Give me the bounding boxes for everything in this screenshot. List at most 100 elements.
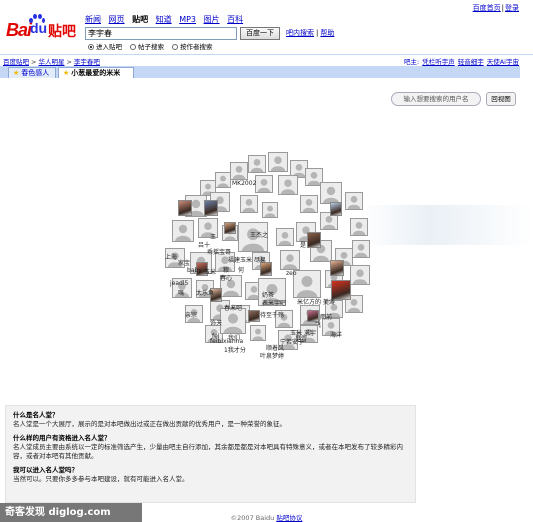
- member-avatar[interactable]: [345, 192, 363, 210]
- member-name[interactable]: 王杰之: [250, 230, 268, 239]
- member-avatar[interactable]: [230, 162, 248, 180]
- option-post-search[interactable]: 帖子搜索: [130, 41, 164, 51]
- nav-images[interactable]: 图片: [204, 15, 220, 24]
- member-name[interactable]: 饰天: [210, 318, 222, 327]
- member-avatar[interactable]: [262, 202, 278, 218]
- member-avatar[interactable]: [350, 265, 370, 285]
- tieba-agreement-link[interactable]: 贴吧协议: [276, 514, 302, 522]
- member-photo[interactable]: [260, 262, 272, 276]
- nav-baike[interactable]: 百科: [227, 15, 243, 24]
- member-photo[interactable]: [248, 310, 260, 322]
- member-name[interactable]: baby: [187, 267, 202, 274]
- member-photo[interactable]: [330, 260, 344, 276]
- member-name[interactable]: 春米吧: [224, 303, 242, 312]
- view-toggle-button[interactable]: 回视图: [486, 92, 516, 106]
- star-icon: ★: [63, 69, 70, 77]
- help-link[interactable]: 帮助: [320, 29, 334, 37]
- option-author-search[interactable]: 按作者搜索: [172, 41, 213, 51]
- member-avatar[interactable]: [248, 155, 266, 173]
- member-name[interactable]: 叶泉梦婷: [260, 351, 284, 360]
- option-enter-tieba[interactable]: 进入贴吧: [88, 41, 122, 51]
- member-name[interactable]: jeadl5: [170, 280, 188, 287]
- faq-question: 什么是名人堂？: [13, 411, 59, 419]
- baidu-tieba-logo[interactable]: Bai du 贴吧: [6, 12, 78, 42]
- member-avatar[interactable]: [268, 152, 288, 172]
- member-name[interactable]: 海洋: [330, 330, 342, 339]
- member-name[interactable]: 王: [210, 232, 216, 241]
- tab-spring[interactable]: ★ 春色感人: [8, 67, 56, 78]
- nav-zhidao[interactable]: 知道: [156, 15, 172, 24]
- nav-mp3[interactable]: MP3: [179, 15, 196, 24]
- breadcrumb-bar: 百度贴吧 > 华人明星 > 李宇春吧 吧主: 凭栏听宇声 轻音细宇 天使Ai宇宙: [0, 54, 533, 66]
- member-photo[interactable]: [224, 222, 236, 234]
- tab-hall-of-fame[interactable]: ★ 小葱最爱的米米: [58, 67, 134, 78]
- member-avatar[interactable]: [278, 175, 298, 195]
- faq-answer: 名人堂成员主要由系统以一定的标准筛选产生，少量由吧主自行添加，其余都是都是对本吧…: [13, 443, 403, 460]
- member-avatar[interactable]: [172, 220, 194, 242]
- member-name[interactable]: feibixianna: [210, 338, 243, 345]
- search-button[interactable]: 百度一下: [240, 26, 280, 40]
- member-name[interactable]: 待至千殇: [260, 310, 284, 319]
- member-name[interactable]: 米亿方的 美涛: [297, 297, 335, 306]
- member-avatar[interactable]: [350, 218, 368, 236]
- member-name[interactable]: zeo: [286, 270, 297, 277]
- faq-question: 什么样的用户有资格进入名人堂？: [13, 434, 111, 442]
- member-avatar[interactable]: [215, 172, 231, 188]
- member-name[interactable]: MK2002: [232, 180, 256, 187]
- crumb-liyuchun[interactable]: 李宇春吧: [74, 58, 100, 66]
- star-icon: ★: [13, 69, 20, 77]
- member-avatar[interactable]: [293, 270, 321, 298]
- member-avatar[interactable]: [320, 182, 342, 204]
- crumb-stars[interactable]: 华人明星: [38, 58, 64, 66]
- search-options: 进入贴吧 帖子搜索 按作者搜索: [88, 41, 213, 51]
- member-photo[interactable]: [204, 200, 218, 216]
- login-link[interactable]: 登录: [505, 4, 519, 12]
- in-bar-search-link[interactable]: 吧内搜索: [286, 29, 314, 37]
- radio-icon[interactable]: [130, 44, 136, 50]
- member-avatar[interactable]: [280, 250, 300, 270]
- member-avatar[interactable]: [352, 240, 370, 258]
- nav-tieba[interactable]: 贴吧: [132, 15, 148, 24]
- member-name[interactable]: 何: [238, 265, 244, 274]
- member-name[interactable]: 是: [300, 240, 306, 249]
- member-name[interactable]: 嗎: [178, 288, 184, 297]
- member-name[interactable]: 家宝: [178, 258, 190, 267]
- search-links: 吧内搜索 | 帮助: [286, 29, 335, 37]
- member-name[interactable]: 玉米: [204, 267, 216, 276]
- member-avatar[interactable]: [255, 175, 273, 193]
- radio-icon[interactable]: [172, 44, 178, 50]
- member-name[interactable]: 宁若安子: [280, 337, 304, 346]
- member-name[interactable]: 雨前: [320, 312, 332, 321]
- product-nav: 新闻 网页 贴吧 知道 MP3 图片 百科: [85, 14, 248, 25]
- faq-question: 我可以进入名人堂吗？: [13, 466, 78, 474]
- crumb-tieba[interactable]: 百度贴吧: [3, 58, 29, 66]
- member-name[interactable]: 福建玉米 尽易: [228, 255, 266, 264]
- search-input[interactable]: [85, 26, 237, 40]
- member-name[interactable]: 太乐鱼: [196, 288, 214, 297]
- user-search-input[interactable]: 输入想要搜索的用户名: [391, 92, 481, 106]
- member-avatar[interactable]: [250, 325, 266, 341]
- owner-link[interactable]: 轻音细宇: [458, 58, 484, 66]
- faq-panel: 什么是名人堂？ 名人堂是一个大展厅，展示的是对本吧做出过或正在做出贡献的优秀用户…: [5, 405, 416, 503]
- baidu-home-link[interactable]: 百度首页: [473, 4, 501, 12]
- member-name[interactable]: 1我才分: [224, 345, 246, 354]
- watermark: 奇客发现 diglog.com: [0, 503, 142, 522]
- bar-owners: 吧主: 凭栏听宇声 轻音细宇 天使Ai宇宙: [404, 58, 519, 66]
- owner-link[interactable]: 天使Ai宇宙: [487, 58, 519, 66]
- member-photo[interactable]: [330, 202, 342, 216]
- member-name[interactable]: 上海: [165, 252, 177, 261]
- nav-news[interactable]: 新闻: [85, 15, 101, 24]
- member-avatar[interactable]: [300, 195, 318, 213]
- member-avatar[interactable]: [276, 228, 294, 246]
- faq-answer: 当然可以。只要你多多参与本吧建设，就有可能进入名人堂。: [13, 475, 189, 483]
- member-avatar[interactable]: [240, 195, 258, 213]
- member-photo[interactable]: [307, 232, 321, 248]
- member-name[interactable]: 亲宗: [185, 310, 197, 319]
- member-photo[interactable]: [178, 200, 192, 216]
- member-name[interactable]: 表米宇吧: [262, 298, 286, 307]
- nav-web[interactable]: 网页: [109, 15, 125, 24]
- owner-link[interactable]: 凭栏听宇声: [422, 58, 455, 66]
- member-name[interactable]: 春心: [220, 273, 232, 282]
- radio-checked-icon[interactable]: [88, 44, 94, 50]
- faq-answer: 名人堂是一个大展厅，展示的是对本吧做出过或正在做出贡献的优秀用户，是一种荣誉的象…: [13, 420, 286, 428]
